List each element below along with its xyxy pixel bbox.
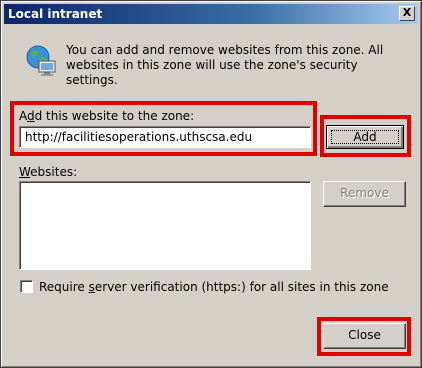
window-title: Local intranet <box>8 7 103 21</box>
title-bar[interactable]: Local intranet X <box>4 4 418 24</box>
websites-label: Websites: <box>19 165 78 179</box>
highlight-add-button <box>320 115 411 157</box>
globe-computer-icon <box>26 45 56 76</box>
zone-description: You can add and remove websites from thi… <box>66 43 384 87</box>
close-window-icon[interactable]: X <box>399 6 415 21</box>
highlight-close-button <box>317 317 411 356</box>
websites-list[interactable] <box>19 181 311 270</box>
require-https-checkbox[interactable] <box>20 280 33 293</box>
require-https-label[interactable]: Require server verification (https:) for… <box>39 280 389 294</box>
remove-button[interactable]: Remove <box>323 181 406 207</box>
local-intranet-dialog: Local intranet X You can add and remove … <box>0 0 422 368</box>
highlight-add-section <box>10 101 317 156</box>
